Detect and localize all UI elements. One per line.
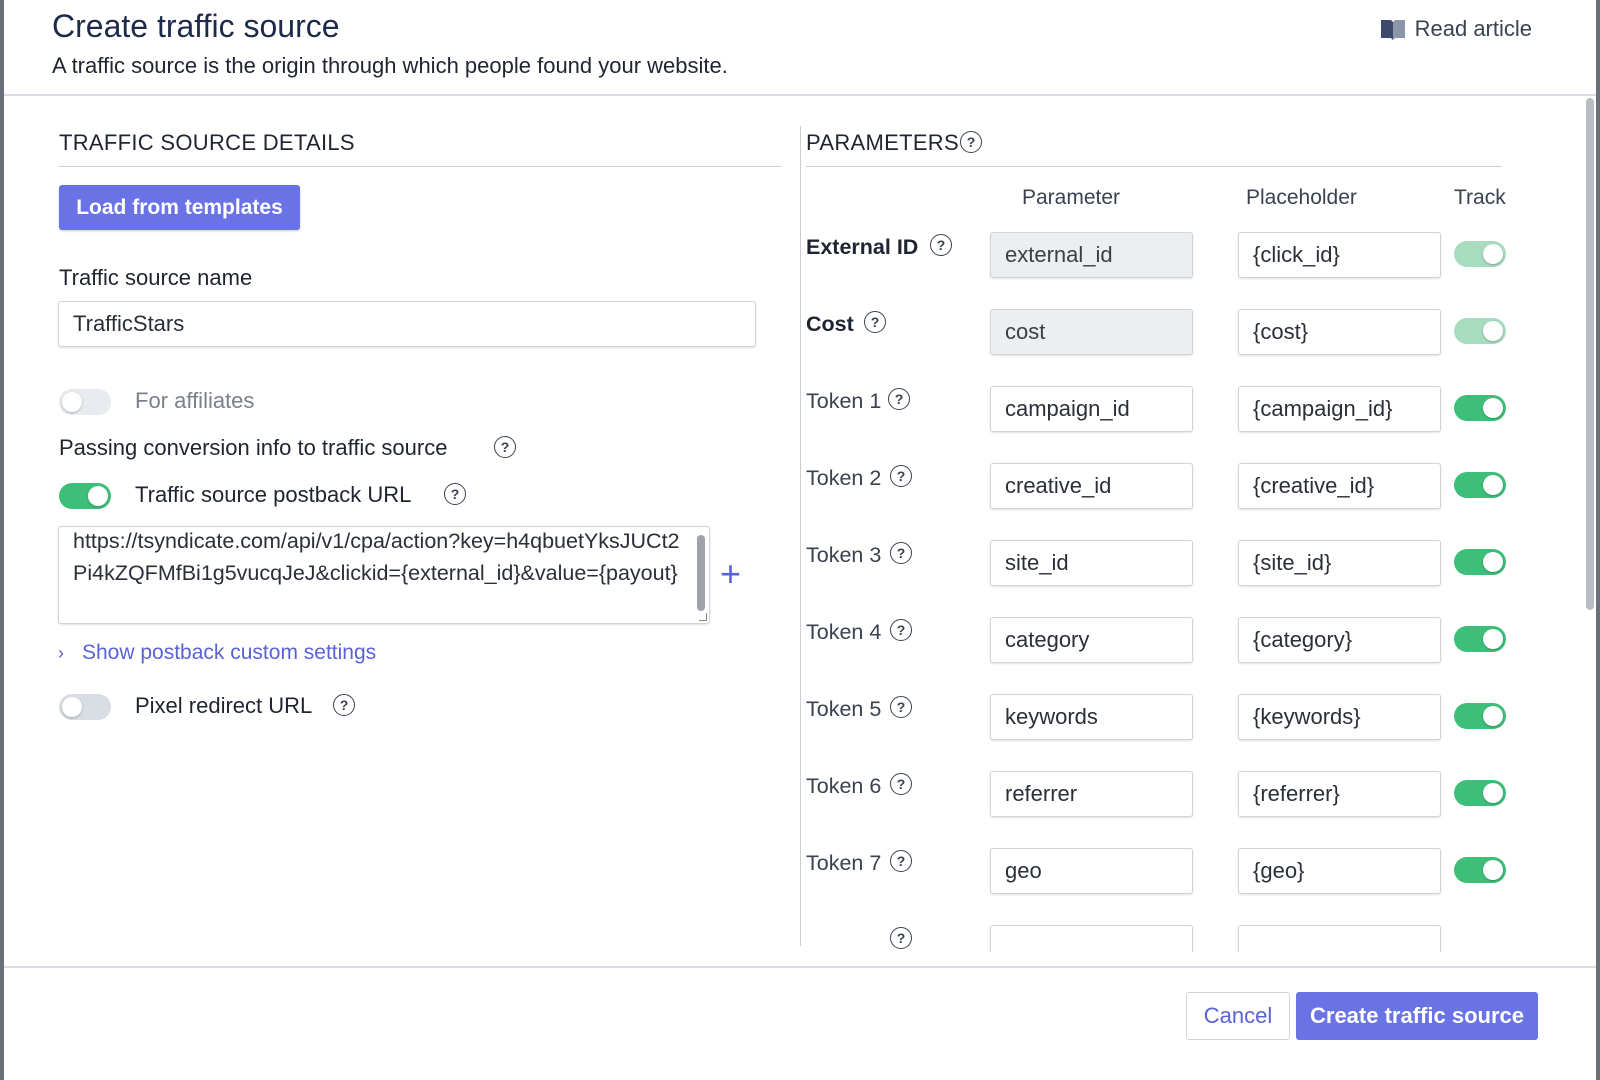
param-parameter-input[interactable]	[990, 848, 1193, 894]
param-track-toggle[interactable]	[1454, 549, 1506, 575]
param-track-toggle	[1454, 318, 1506, 344]
param-placeholder-input[interactable]	[1238, 694, 1441, 740]
cancel-button[interactable]: Cancel	[1186, 992, 1290, 1040]
help-icon[interactable]: ?	[890, 850, 912, 872]
param-track-toggle[interactable]	[1454, 857, 1506, 883]
param-parameter-input[interactable]	[990, 617, 1193, 663]
help-icon[interactable]: ?	[890, 773, 912, 795]
modal-backdrop-right	[1596, 0, 1600, 1080]
param-parameter-input[interactable]	[990, 463, 1193, 509]
param-track-toggle[interactable]	[1454, 472, 1506, 498]
body-scrollbar-thumb[interactable]	[1586, 98, 1594, 610]
postback-url-textarea[interactable]: https://tsyndicate.com/api/v1/cpa/action…	[58, 526, 710, 624]
help-icon[interactable]: ?	[890, 927, 912, 949]
load-from-templates-button[interactable]: Load from templates	[59, 185, 300, 230]
modal-body: TRAFFIC SOURCE DETAILS Load from templat…	[4, 96, 1596, 952]
postback-url-text: https://tsyndicate.com/api/v1/cpa/action…	[73, 529, 680, 585]
param-parameter-input[interactable]	[990, 694, 1193, 740]
column-header-parameter: Parameter	[1022, 186, 1121, 209]
param-row-label: Token 7	[806, 851, 882, 875]
help-icon[interactable]: ?	[960, 131, 982, 153]
help-icon[interactable]: ?	[930, 234, 952, 256]
param-track-toggle	[1454, 241, 1506, 267]
details-section-rule	[59, 166, 781, 167]
param-track-toggle[interactable]	[1454, 780, 1506, 806]
parameters-section-rule	[806, 166, 1502, 167]
pixel-redirect-label: Pixel redirect URL	[135, 693, 313, 718]
param-placeholder-input[interactable]	[1238, 386, 1441, 432]
param-parameter-input[interactable]	[990, 540, 1193, 586]
modal-footer: Cancel Create traffic source	[4, 966, 1596, 1080]
param-row-label: Token 6	[806, 774, 882, 798]
param-placeholder-input[interactable]	[1238, 540, 1441, 586]
book-icon	[1379, 17, 1407, 41]
help-icon[interactable]: ?	[444, 483, 466, 505]
postback-url-toggle[interactable]	[59, 483, 111, 509]
param-placeholder-input[interactable]	[1238, 617, 1441, 663]
param-placeholder-input[interactable]	[1238, 232, 1441, 278]
add-postback-plus-icon[interactable]: +	[720, 556, 741, 592]
modal-header: Create traffic source A traffic source i…	[4, 0, 1596, 96]
param-track-toggle[interactable]	[1454, 703, 1506, 729]
modal-subtitle: A traffic source is the origin through w…	[52, 53, 728, 78]
read-article-label: Read article	[1414, 16, 1532, 41]
param-row-label: Token 1	[806, 389, 882, 413]
param-row-label: Cost	[806, 312, 854, 336]
pixel-redirect-toggle[interactable]	[59, 694, 111, 720]
param-parameter-input	[990, 309, 1193, 355]
read-article-link[interactable]: Read article	[1379, 16, 1532, 42]
param-row-label: Token 4	[806, 620, 882, 644]
help-icon[interactable]: ?	[888, 388, 910, 410]
resize-grip-icon[interactable]	[699, 613, 707, 621]
param-placeholder-input[interactable]	[1238, 925, 1441, 952]
chevron-right-icon: ›	[58, 643, 64, 663]
textarea-scrollbar[interactable]	[697, 535, 705, 611]
for-affiliates-toggle[interactable]	[59, 389, 111, 415]
param-parameter-input[interactable]	[990, 386, 1193, 432]
param-track-toggle[interactable]	[1454, 395, 1506, 421]
help-icon[interactable]: ?	[333, 694, 355, 716]
param-placeholder-input[interactable]	[1238, 848, 1441, 894]
param-placeholder-input[interactable]	[1238, 309, 1441, 355]
details-section-title: TRAFFIC SOURCE DETAILS	[59, 130, 355, 155]
help-icon[interactable]: ?	[890, 619, 912, 641]
body-scrollbar[interactable]	[1582, 96, 1596, 952]
help-icon[interactable]: ?	[890, 542, 912, 564]
column-divider	[800, 126, 801, 946]
parameters-section-title: PARAMETERS	[806, 130, 959, 155]
help-icon[interactable]: ?	[890, 696, 912, 718]
traffic-source-name-label: Traffic source name	[59, 265, 253, 290]
create-traffic-source-button[interactable]: Create traffic source	[1296, 992, 1538, 1040]
param-parameter-input	[990, 232, 1193, 278]
help-icon[interactable]: ?	[890, 465, 912, 487]
param-parameter-input[interactable]	[990, 925, 1193, 952]
param-row-label: Token 2	[806, 466, 882, 490]
param-parameter-input[interactable]	[990, 771, 1193, 817]
traffic-source-name-input[interactable]	[58, 301, 756, 347]
param-row-label: External ID	[806, 235, 919, 259]
param-row-label: Token 3	[806, 543, 882, 567]
param-placeholder-input[interactable]	[1238, 771, 1441, 817]
show-postback-custom-settings-link[interactable]: Show postback custom settings	[82, 641, 376, 665]
for-affiliates-label: For affiliates	[135, 388, 255, 413]
passing-conversion-info-label: Passing conversion info to traffic sourc…	[59, 435, 448, 460]
postback-url-label: Traffic source postback URL	[135, 482, 412, 507]
param-track-toggle[interactable]	[1454, 626, 1506, 652]
column-header-placeholder: Placeholder	[1246, 186, 1357, 209]
column-header-track: Track	[1454, 186, 1506, 209]
help-icon[interactable]: ?	[864, 311, 886, 333]
help-icon[interactable]: ?	[494, 436, 516, 458]
param-row-label: Token 5	[806, 697, 882, 721]
param-placeholder-input[interactable]	[1238, 463, 1441, 509]
modal-title: Create traffic source	[52, 8, 340, 44]
